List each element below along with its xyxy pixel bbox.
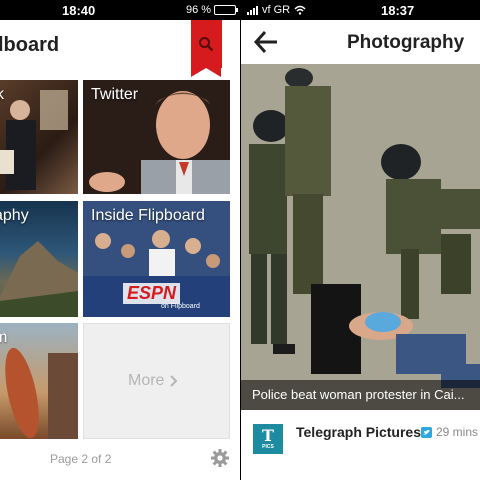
- telegraph-logo: T PICS: [253, 424, 283, 454]
- status-time: 18:40: [62, 2, 96, 18]
- gear-icon[interactable]: [210, 448, 230, 468]
- photography-section-screen: Photography Police beat woman protester …: [241, 20, 480, 480]
- source-name[interactable]: Telegraph Pictures: [296, 424, 421, 440]
- photo-image: [241, 64, 480, 410]
- wifi-icon: [294, 5, 306, 15]
- header: Photography: [241, 20, 480, 64]
- search-icon[interactable]: [198, 36, 214, 52]
- tile-label: k: [0, 86, 4, 103]
- carrier: vf GR: [247, 4, 306, 16]
- telegraph-logo-sub: PICS: [262, 444, 274, 450]
- section-title: Photography: [347, 32, 465, 53]
- post-time: 29 mins: [436, 425, 479, 439]
- status-bar-right: vf GR 18:37: [241, 0, 480, 20]
- tile-photography[interactable]: aphy: [0, 201, 78, 317]
- more-label: More: [128, 372, 165, 389]
- espn-logo-sub: on Flipboard: [161, 303, 200, 310]
- espn-logo: ESPN: [123, 283, 181, 304]
- header: lboard: [0, 20, 240, 77]
- battery-indicator: 96 %: [186, 4, 239, 16]
- tile-label: aphy: [0, 207, 29, 224]
- telegraph-logo-letter: T: [262, 426, 274, 445]
- search-ribbon[interactable]: [191, 20, 222, 77]
- tile-label: Inside Flipboard: [91, 207, 205, 224]
- more-tile[interactable]: More: [83, 323, 230, 439]
- back-arrow-icon[interactable]: [253, 29, 279, 55]
- battery-icon: [214, 5, 239, 15]
- chevron-right-icon: [170, 375, 178, 387]
- more-button[interactable]: More: [128, 372, 178, 390]
- article-photo[interactable]: Police beat woman protester in Cai...: [241, 64, 480, 410]
- status-bar-left: 18:40 96 %: [0, 0, 240, 20]
- tile-image: [5, 347, 78, 439]
- photo-caption: Police beat woman protester in Cai...: [241, 380, 480, 410]
- tile-section-5[interactable]: m: [0, 323, 78, 439]
- signal-icon: [247, 5, 258, 15]
- tile-image: [0, 90, 68, 190]
- tile-label: Twitter: [91, 86, 139, 103]
- carrier-name: vf GR: [262, 4, 291, 16]
- tile-twitter[interactable]: Twitter: [83, 80, 230, 194]
- tile-label: m: [0, 329, 8, 346]
- tile-inside-flipboard[interactable]: Inside Flipboard ESPN on Flipboard: [83, 201, 230, 317]
- page-indicator: Page 2 of 2: [50, 452, 112, 466]
- flipboard-contents-screen: lboard k Twitter phy Inside Flipboard ES…: [0, 20, 240, 480]
- app-title: lboard: [0, 34, 60, 56]
- battery-percent: 96 %: [186, 4, 212, 16]
- twitter-icon: [421, 427, 432, 438]
- tile-section-1[interactable]: k: [0, 80, 78, 194]
- status-time: 18:37: [381, 2, 415, 18]
